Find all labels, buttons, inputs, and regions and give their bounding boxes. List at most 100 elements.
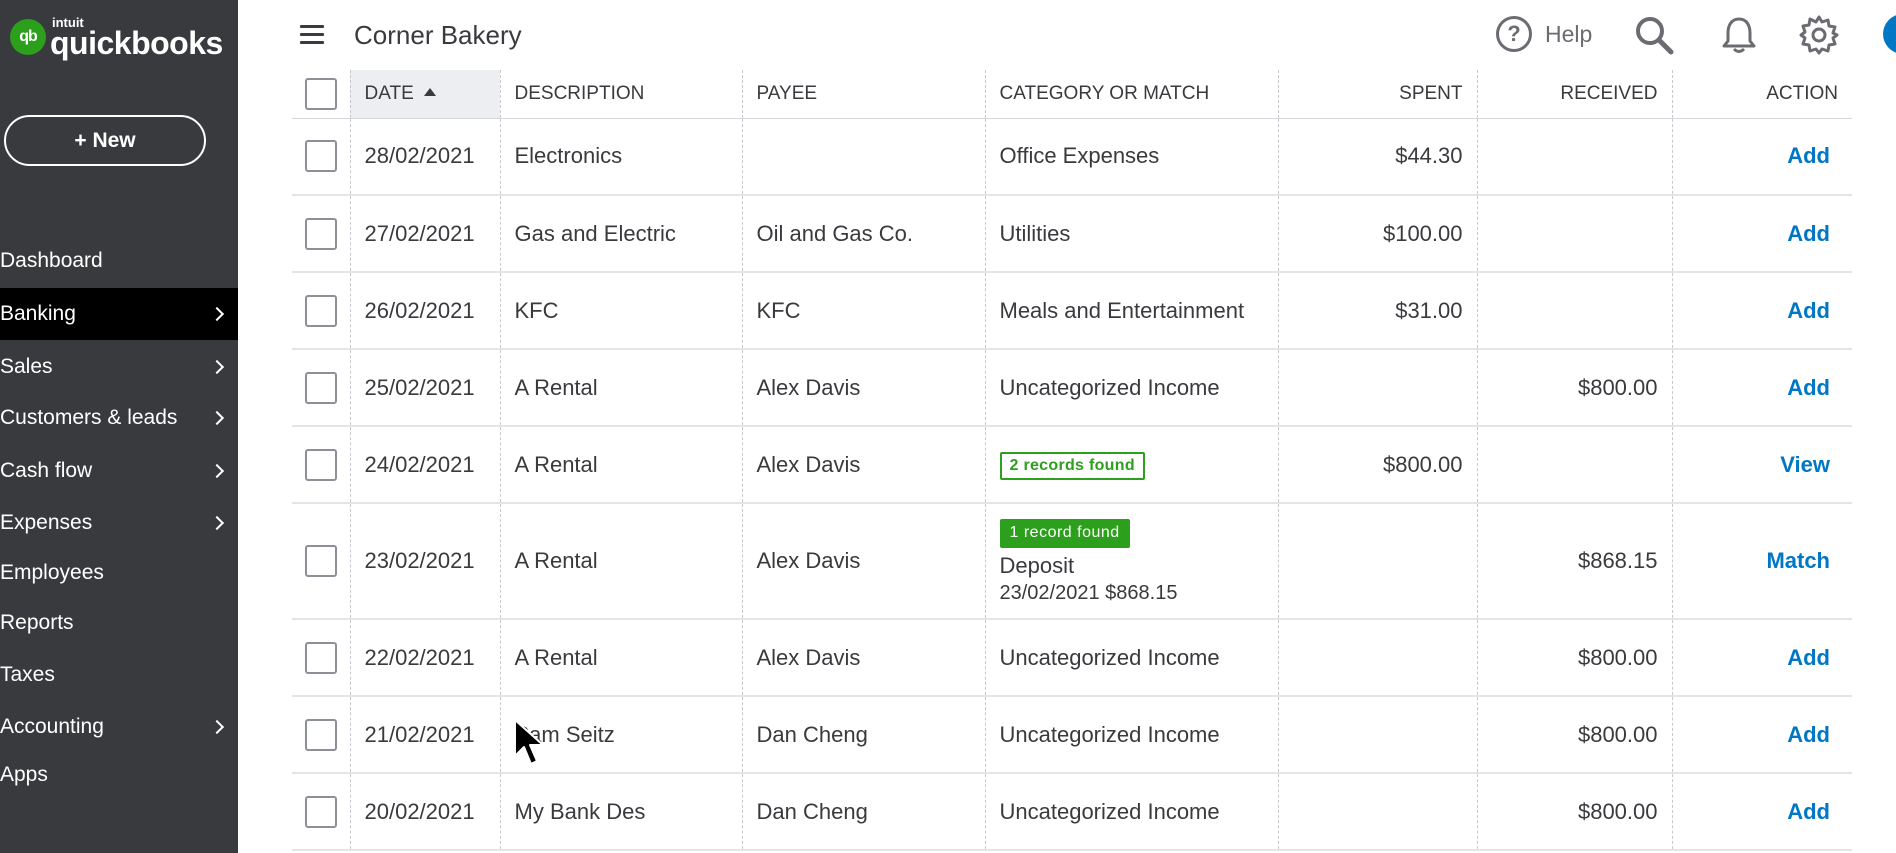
add-link[interactable]: Add (1787, 375, 1830, 400)
table-row[interactable]: 22/02/2021 A Rental Alex Davis Uncategor… (292, 619, 1852, 697)
sidebar-item-label: Sales (0, 355, 53, 378)
cell-spent (1278, 773, 1478, 851)
transactions-table: DATE DESCRIPTION PAYEE CATEGORY OR MATCH… (292, 70, 1852, 851)
cell-description: Gas and Electric (500, 195, 743, 273)
cell-date: 26/02/2021 (350, 272, 501, 350)
cell-payee: Alex Davis (742, 349, 986, 427)
cell-payee (742, 118, 986, 196)
cell-spent: $100.00 (1278, 195, 1478, 273)
sidebar-item-employees[interactable]: Employees (0, 548, 238, 598)
cell-spent (1278, 349, 1478, 427)
sidebar-item-dashboard[interactable]: Dashboard (0, 236, 238, 286)
cell-date: 23/02/2021 (350, 503, 501, 620)
cell-category[interactable]: Meals and Entertainment (985, 272, 1279, 350)
cell-category[interactable]: Uncategorized Income (985, 696, 1279, 774)
column-header-action: ACTION (1672, 70, 1852, 119)
sidebar-item-sales[interactable]: Sales (0, 342, 238, 392)
column-header-description[interactable]: DESCRIPTION (500, 70, 743, 119)
cell-category[interactable]: Uncategorized Income (985, 349, 1279, 427)
select-all-checkbox[interactable] (304, 77, 337, 110)
table-row[interactable]: 27/02/2021 Gas and Electric Oil and Gas … (292, 195, 1852, 273)
sidebar-item-banking[interactable]: Banking (0, 288, 238, 340)
quickbooks-logo-mark: qb (10, 19, 46, 55)
menu-icon[interactable] (300, 25, 324, 45)
sort-ascending-icon (423, 87, 436, 96)
cell-category[interactable]: Office Expenses (985, 118, 1279, 196)
row-checkbox[interactable] (304, 795, 337, 828)
cell-date: 20/02/2021 (350, 773, 501, 851)
match-detail: 23/02/2021 $868.15 (999, 582, 1178, 605)
column-header-spent[interactable]: SPENT (1278, 70, 1478, 119)
row-checkbox[interactable] (304, 217, 337, 250)
cell-received: $800.00 (1477, 349, 1673, 427)
sidebar-item-customers-leads[interactable]: Customers & leads (0, 393, 238, 443)
row-checkbox[interactable] (304, 545, 337, 577)
gear-icon[interactable] (1798, 14, 1840, 56)
table-row[interactable]: 21/02/2021 Pam Seitz Dan Cheng Uncategor… (292, 696, 1852, 774)
add-link[interactable]: Add (1787, 143, 1830, 168)
match-link[interactable]: Match (1766, 548, 1830, 573)
cell-category[interactable]: Uncategorized Income (985, 619, 1279, 697)
sidebar-item-reports[interactable]: Reports (0, 598, 238, 648)
column-header-payee[interactable]: PAYEE (742, 70, 986, 119)
sidebar: qb intuit quickbooks + New Dashboard Ban… (0, 0, 238, 853)
sidebar-item-accounting[interactable]: Accounting (0, 702, 238, 752)
table-header-row: DATE DESCRIPTION PAYEE CATEGORY OR MATCH… (292, 70, 1852, 119)
sidebar-item-label: Customers & leads (0, 406, 178, 429)
add-link[interactable]: Add (1787, 221, 1830, 246)
column-header-category[interactable]: CATEGORY OR MATCH (985, 70, 1279, 119)
cell-spent (1278, 503, 1478, 620)
chevron-right-icon (209, 359, 225, 375)
add-link[interactable]: Add (1787, 799, 1830, 824)
quickbooks-logo[interactable]: qb intuit quickbooks (10, 14, 223, 60)
company-name: Corner Bakery (354, 20, 522, 50)
view-link[interactable]: View (1780, 452, 1830, 477)
column-header-date[interactable]: DATE (350, 70, 501, 119)
row-checkbox[interactable] (304, 140, 337, 173)
record-found-badge[interactable]: 1 record found (999, 518, 1130, 548)
cell-category[interactable]: Utilities (985, 195, 1279, 273)
add-link[interactable]: Add (1787, 722, 1830, 747)
cell-received (1477, 272, 1673, 350)
table-row[interactable]: 24/02/2021 A Rental Alex Davis 2 records… (292, 426, 1852, 504)
cell-spent (1278, 696, 1478, 774)
table-row[interactable]: 25/02/2021 A Rental Alex Davis Uncategor… (292, 349, 1852, 427)
cell-received (1477, 426, 1673, 504)
sidebar-item-label: Expenses (0, 511, 93, 534)
chevron-right-icon (209, 719, 225, 735)
cell-date: 22/02/2021 (350, 619, 501, 697)
table-row[interactable]: 28/02/2021 Electronics Office Expenses $… (292, 118, 1852, 196)
table-row[interactable]: 23/02/2021 A Rental Alex Davis 1 record … (292, 503, 1852, 620)
cell-received: $800.00 (1477, 619, 1673, 697)
cell-category: 2 records found (985, 426, 1279, 504)
row-checkbox[interactable] (304, 718, 337, 751)
search-icon[interactable] (1633, 14, 1675, 56)
cell-received: $868.15 (1477, 503, 1673, 620)
row-checkbox[interactable] (304, 371, 337, 404)
help-button[interactable]: ? Help (1496, 16, 1592, 52)
cell-description: A Rental (500, 426, 743, 504)
table-row[interactable]: 26/02/2021 KFC KFC Meals and Entertainme… (292, 272, 1852, 350)
new-button[interactable]: + New (4, 115, 206, 166)
chevron-right-icon (209, 463, 225, 479)
bell-icon[interactable] (1718, 14, 1760, 56)
cell-category[interactable]: Uncategorized Income (985, 773, 1279, 851)
sidebar-item-label: Dashboard (0, 249, 103, 272)
cell-date: 21/02/2021 (350, 696, 501, 774)
sidebar-item-apps[interactable]: Apps (0, 750, 238, 800)
user-avatar[interactable] (1883, 14, 1896, 54)
add-link[interactable]: Add (1787, 645, 1830, 670)
records-found-badge[interactable]: 2 records found (999, 451, 1145, 480)
sidebar-item-taxes[interactable]: Taxes (0, 650, 238, 700)
help-label: Help (1545, 20, 1593, 47)
cell-payee: Alex Davis (742, 619, 986, 697)
table-row[interactable]: 20/02/2021 My Bank Des Dan Cheng Uncateg… (292, 773, 1852, 851)
sidebar-item-cash-flow[interactable]: Cash flow (0, 446, 238, 496)
cell-description: Electronics (500, 118, 743, 196)
sidebar-item-expenses[interactable]: Expenses (0, 498, 238, 548)
add-link[interactable]: Add (1787, 298, 1830, 323)
row-checkbox[interactable] (304, 294, 337, 327)
row-checkbox[interactable] (304, 448, 337, 481)
row-checkbox[interactable] (304, 641, 337, 674)
column-header-received[interactable]: RECEIVED (1477, 70, 1673, 119)
